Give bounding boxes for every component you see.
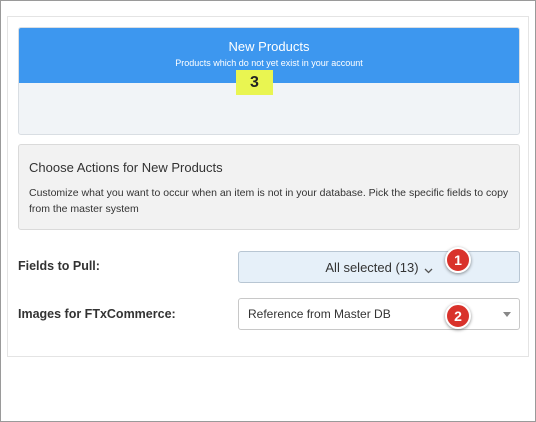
caret-down-icon [503,312,511,317]
screenshot-frame: New Products Products which do not yet e… [0,0,536,422]
actions-description: Customize what you want to occur when an… [29,187,509,215]
images-label: Images for FTxCommerce: [18,307,176,321]
new-products-title: New Products [228,39,310,54]
callout-badge-2: 2 [445,303,471,329]
new-products-subtitle: Products which do not yet exist in your … [175,58,363,68]
fields-to-pull-value: All selected (13) [325,259,419,275]
actions-box: Choose Actions for New Products Customiz… [18,144,520,230]
images-select[interactable]: Reference from Master DB [238,298,520,330]
images-select-value: Reference from Master DB [248,307,391,321]
chevron-down-icon [424,263,433,273]
fields-to-pull-label: Fields to Pull: [18,259,100,273]
actions-title: Choose Actions for New Products [29,160,223,175]
new-products-count: 3 [236,70,273,95]
fields-to-pull-multiselect[interactable]: All selected (13) [238,251,520,283]
callout-badge-1: 1 [445,247,471,273]
